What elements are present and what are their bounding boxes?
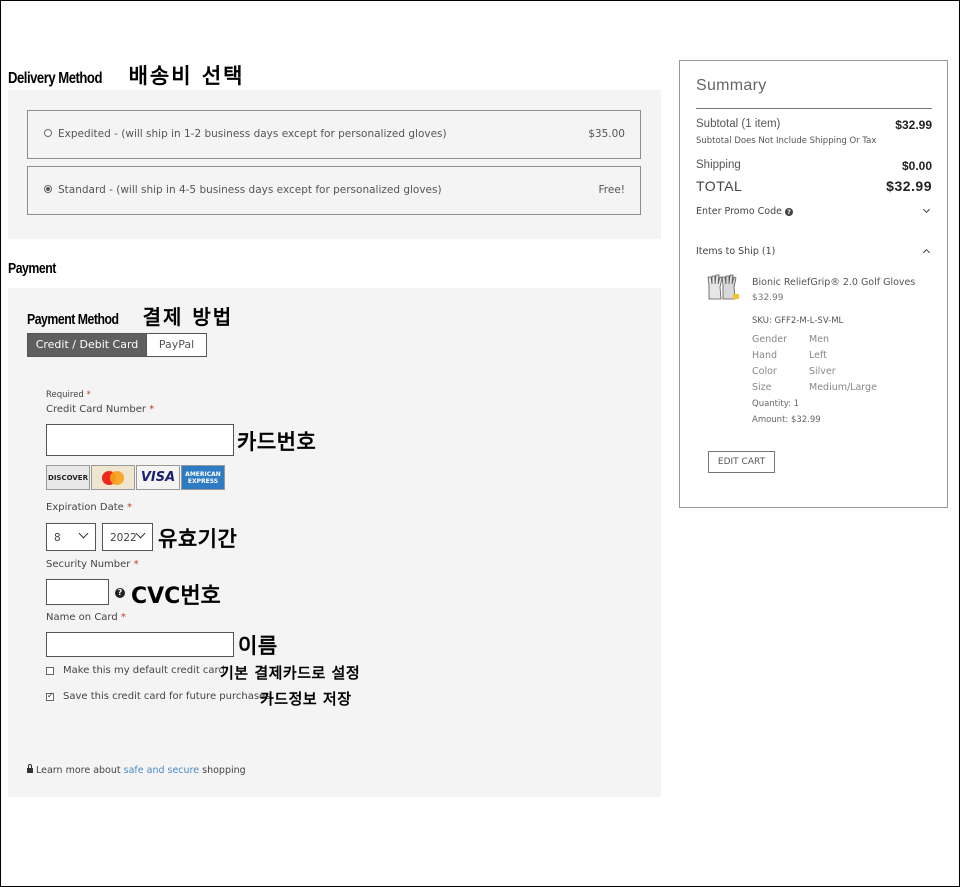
summary-title: Summary <box>696 77 767 94</box>
delivery-title: Delivery Method <box>8 70 102 87</box>
help-icon[interactable]: ? <box>115 588 125 598</box>
total-value: $32.99 <box>886 178 932 194</box>
visa-logo: VISA <box>136 465 180 490</box>
payment-title: Payment <box>8 260 56 277</box>
shipping-option-expedited[interactable]: Expedited - (will ship in 1-2 business d… <box>27 110 641 159</box>
card-number-label: Credit Card Number * <box>46 404 155 415</box>
default-card-annotation: 기본 결제카드로 설정 <box>220 664 361 682</box>
name-on-card-input[interactable] <box>46 632 234 657</box>
security-annotation: CVC번호 <box>131 584 221 609</box>
safe-secure-link[interactable]: safe and secure <box>124 765 199 776</box>
subtotal-note: Subtotal Does Not Include Shipping Or Ta… <box>696 136 877 146</box>
standard-radio[interactable] <box>44 185 52 193</box>
chevron-up-icon[interactable] <box>922 248 931 257</box>
attr-gender: Gender Men <box>752 334 830 345</box>
name-on-card-label: Name on Card * <box>46 612 126 623</box>
save-card-checkbox[interactable] <box>46 691 54 701</box>
save-card-annotation: 카드정보 저장 <box>260 690 352 708</box>
security-label: Security Number * <box>46 559 139 570</box>
payment-heading: Payment <box>8 258 66 277</box>
product-name[interactable]: Bionic ReliefGrip® 2.0 Golf Gloves <box>752 277 915 288</box>
secure-shopping-note: Learn more about safe and secure shoppin… <box>27 764 246 776</box>
lock-icon <box>27 764 33 773</box>
default-card-checkbox[interactable] <box>46 667 54 675</box>
payment-method-annotation: 결제 방법 <box>142 305 234 329</box>
expiration-month-select[interactable]: 8 <box>46 523 96 551</box>
attr-size: Size Medium/Large <box>752 382 877 393</box>
shipping-row: Shipping $0.00 <box>696 159 932 173</box>
order-summary: Summary Subtotal (1 item) $32.99 Subtota… <box>679 60 948 508</box>
chevron-down-icon <box>78 528 89 539</box>
attr-color: Color Silver <box>752 366 836 377</box>
summary-divider <box>696 108 932 109</box>
delivery-panel: Expedited - (will ship in 1-2 business d… <box>8 90 661 239</box>
delivery-heading: Delivery Method 배송비 선택 <box>8 60 245 90</box>
chevron-down-icon[interactable] <box>922 205 931 214</box>
standard-label: Standard - (will ship in 4-5 business da… <box>58 184 442 196</box>
expiration-year-select[interactable]: 2022 <box>102 523 153 551</box>
expedited-price: $35.00 <box>588 128 625 140</box>
card-number-input[interactable] <box>46 424 234 456</box>
promo-code-toggle[interactable]: Enter Promo Code ? <box>696 206 794 217</box>
expiration-annotation: 유효기간 <box>158 527 238 551</box>
payment-tabs: Credit / Debit Card PayPal <box>27 333 207 357</box>
total-row: TOTAL $32.99 <box>696 178 932 194</box>
amex-logo: AMERICAN EXPRESS <box>181 465 225 490</box>
product-price: $32.99 <box>752 293 784 303</box>
save-card-label: Save this credit card for future purchas… <box>63 691 271 702</box>
discover-logo: DISCOVER <box>46 465 90 490</box>
standard-price: Free! <box>598 184 626 196</box>
product-amount: Amount: $32.99 <box>752 415 821 425</box>
product-quantity: Quantity: 1 <box>752 399 800 409</box>
payment-method-heading: Payment Method 결제 방법 <box>27 301 233 330</box>
required-note: Required * <box>46 390 91 400</box>
shipping-value: $0.00 <box>901 159 932 173</box>
security-number-input[interactable] <box>46 579 109 605</box>
tab-credit-card[interactable]: Credit / Debit Card <box>27 333 147 357</box>
items-to-ship-toggle[interactable]: Items to Ship (1) <box>696 246 775 257</box>
card-number-annotation: 카드번호 <box>237 430 317 454</box>
attr-hand: Hand Left <box>752 350 827 361</box>
help-icon: ? <box>785 207 794 216</box>
subtotal-value: $32.99 <box>895 118 932 132</box>
shipping-option-standard[interactable]: Standard - (will ship in 4-5 business da… <box>27 166 641 215</box>
subtotal-row: Subtotal (1 item) $32.99 <box>696 118 932 132</box>
tab-paypal[interactable]: PayPal <box>147 333 207 357</box>
expedited-label: Expedited - (will ship in 1-2 business d… <box>58 128 447 140</box>
default-card-label: Make this my default credit card <box>63 665 225 676</box>
payment-method-title: Payment Method <box>27 311 119 328</box>
product-sku: SKU: GFF2-M-L-SV-ML <box>752 316 844 326</box>
delivery-annotation: 배송비 선택 <box>128 64 245 88</box>
edit-cart-button[interactable]: EDIT CART <box>708 451 775 473</box>
product-image <box>707 274 739 300</box>
card-brand-logos: DISCOVER VISA AMERICAN EXPRESS <box>46 465 225 490</box>
mastercard-logo <box>91 465 135 490</box>
payment-panel: Payment Method 결제 방법 Credit / Debit Card … <box>8 288 661 797</box>
name-annotation: 이름 <box>238 634 278 658</box>
expedited-radio[interactable] <box>44 129 52 137</box>
expiration-label: Expiration Date * <box>46 502 133 513</box>
chevron-down-icon <box>135 528 146 539</box>
